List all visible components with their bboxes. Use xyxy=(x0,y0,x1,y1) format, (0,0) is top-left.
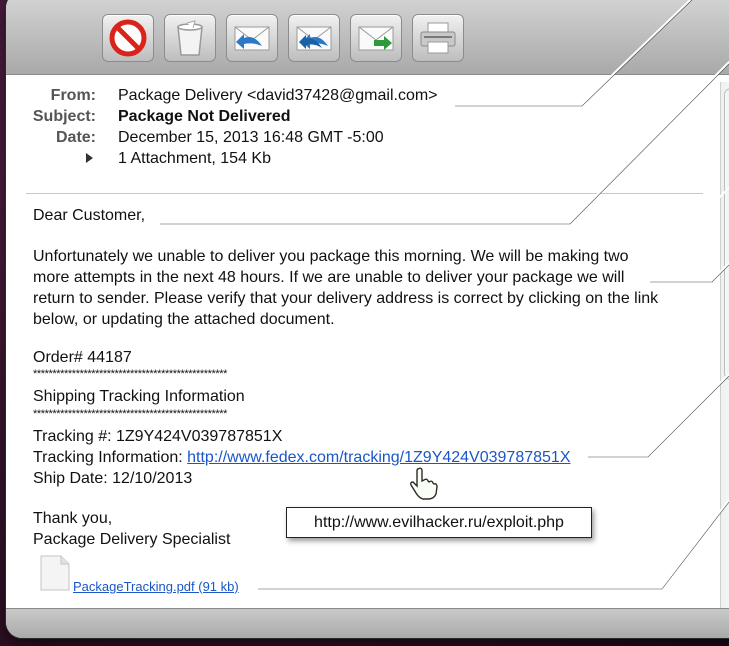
hand-cursor-icon xyxy=(410,467,438,500)
reply-icon xyxy=(234,26,270,51)
date-label: Date: xyxy=(55,129,96,146)
print-button[interactable] xyxy=(412,14,464,62)
signoff-name: Package Delivery Specialist xyxy=(33,531,231,548)
date-value: December 15, 2013 16:48 GMT -5:00 xyxy=(118,129,384,146)
section-title: Shipping Tracking Information xyxy=(33,388,245,405)
header-divider xyxy=(26,193,703,194)
tracking-link[interactable]: http://www.fedex.com/tracking/1Z9Y424V03… xyxy=(187,449,570,466)
link-tooltip: http://www.evilhacker.ru/exploit.php xyxy=(286,507,592,538)
greeting: Dear Customer, xyxy=(33,207,146,224)
tracking-info-label: Tracking Information: xyxy=(33,449,188,466)
window-bottom-bar xyxy=(6,608,729,638)
separator-stars: ****************************************… xyxy=(33,408,228,420)
body-line-4: below, or updating the attached document… xyxy=(33,311,335,328)
delete-button[interactable] xyxy=(164,14,216,62)
order-number: Order# 44187 xyxy=(33,349,132,366)
print-icon xyxy=(420,22,456,54)
body-line-3: return to sender. Please verify that you… xyxy=(33,290,659,307)
ship-date: Ship Date: 12/10/2013 xyxy=(33,470,193,487)
reply-all-icon xyxy=(296,26,332,51)
scrollbar-thumb[interactable] xyxy=(724,88,729,380)
vertical-scrollbar[interactable] xyxy=(720,82,729,622)
tracking-number: Tracking #: 1Z9Y424V039787851X xyxy=(33,428,283,445)
disclosure-triangle-icon[interactable] xyxy=(86,153,93,163)
attachment-summary: 1 Attachment, 154 Kb xyxy=(118,150,271,167)
junk-block-icon xyxy=(109,19,147,57)
subject-label: Subject: xyxy=(32,108,96,125)
signoff-thanks: Thank you, xyxy=(33,510,113,527)
toolbar xyxy=(6,0,729,75)
forward-button[interactable] xyxy=(350,14,402,62)
from-value[interactable]: Package Delivery <david37428@gmail.com> xyxy=(118,86,438,105)
reply-button[interactable] xyxy=(226,14,278,62)
junk-button[interactable] xyxy=(102,14,154,62)
email-window: From: Package Delivery <david37428@gmail… xyxy=(6,0,729,638)
reply-all-button[interactable] xyxy=(288,14,340,62)
attachment-row: PackageTracking.pdf (91 kb) xyxy=(73,576,239,597)
pdf-file-icon[interactable] xyxy=(40,555,70,591)
from-label: From: xyxy=(50,87,96,104)
trash-icon xyxy=(177,20,203,56)
subject-value: Package Not Delivered xyxy=(118,108,291,125)
body-line-1: Unfortunately we unable to deliver you p… xyxy=(33,248,629,265)
body-line-2: more attempts in the next 48 hours. If w… xyxy=(33,269,625,286)
separator-stars: ****************************************… xyxy=(33,368,228,380)
tracking-info-line: Tracking Information: http://www.fedex.c… xyxy=(33,447,570,468)
forward-icon xyxy=(358,26,394,51)
attachment-link[interactable]: PackageTracking.pdf (91 kb) xyxy=(73,579,239,594)
